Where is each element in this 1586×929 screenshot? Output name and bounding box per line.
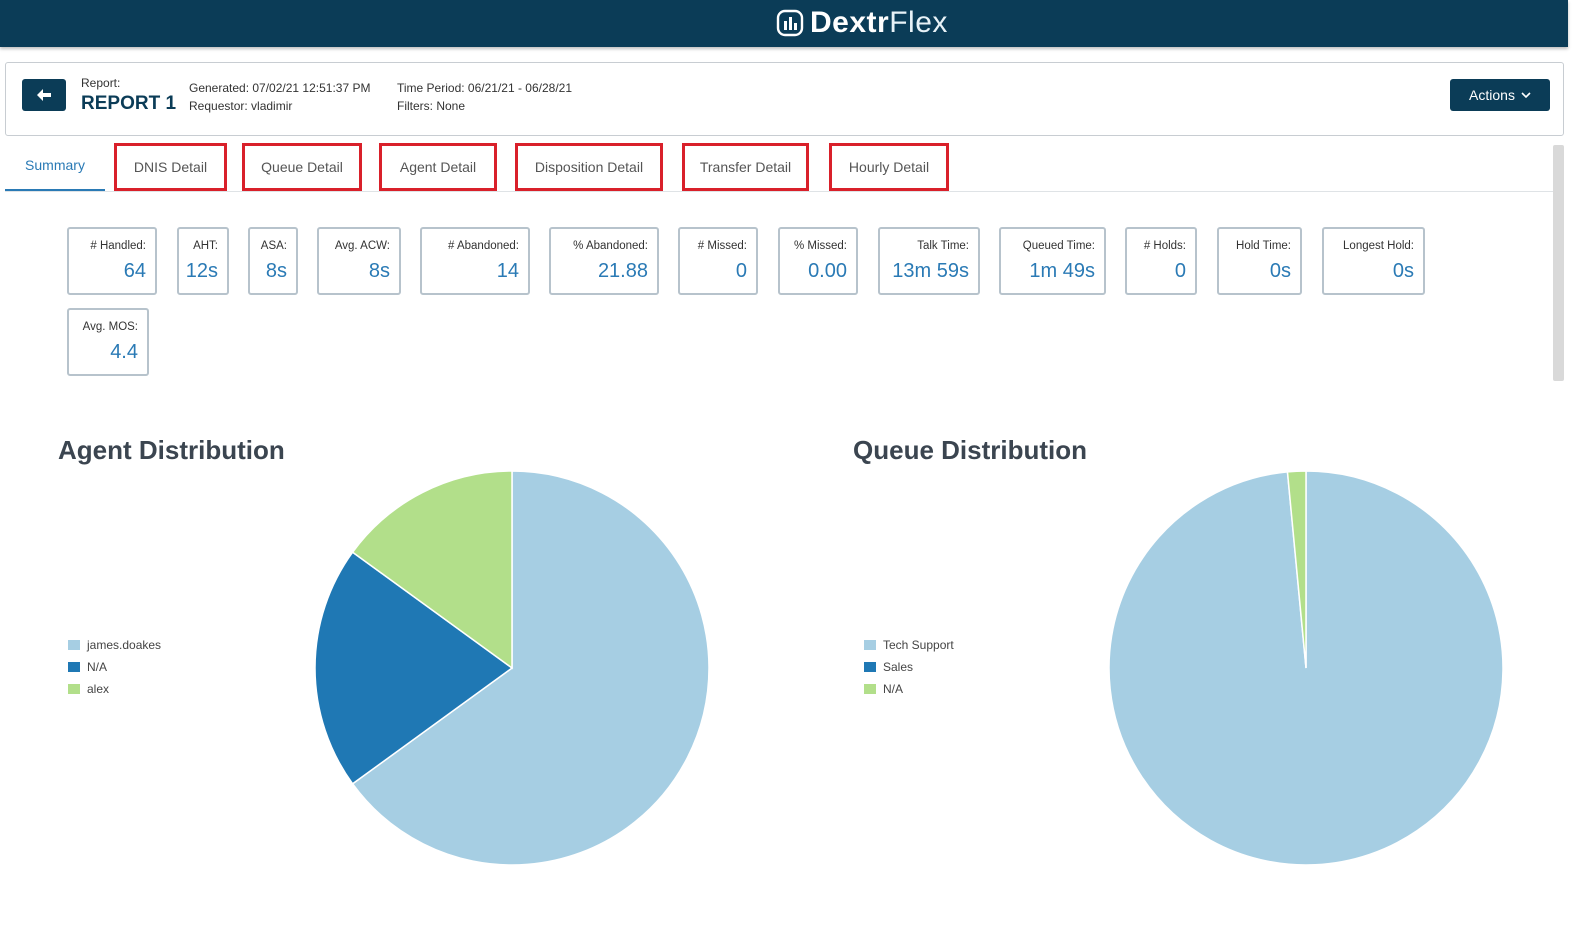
legend-label: Tech Support [883, 638, 954, 652]
legend-item[interactable]: N/A [864, 678, 954, 700]
vertical-scrollbar[interactable] [1553, 145, 1564, 381]
stat-card-avg-mos: Avg. MOS: 4.4 [67, 308, 149, 376]
stat-label: AHT: [193, 240, 218, 252]
tab-transfer-detail[interactable]: Transfer Detail [682, 143, 809, 191]
time-period-text: Time Period: 06/21/21 - 06/28/21 [397, 81, 572, 95]
legend-label: james.doakes [87, 638, 162, 652]
report-label: Report: [81, 76, 121, 90]
stat-card-avg-acw: Avg. ACW: 8s [317, 227, 401, 295]
legend-label: N/A [883, 682, 904, 696]
stat-value: 0.00 [808, 260, 847, 282]
report-period-meta: Time Period: 06/21/21 - 06/28/21 Filters… [397, 79, 572, 115]
queue-distribution-title: Queue Distribution [853, 435, 1087, 465]
arrow-left-icon [37, 89, 51, 101]
stat-label: # Abandoned: [448, 240, 519, 252]
legend-item[interactable]: N/A [68, 656, 161, 678]
legend-swatch [864, 640, 876, 650]
stat-card-longest-hold: Longest Hold: 0s [1322, 227, 1425, 295]
tab-hourly-detail[interactable]: Hourly Detail [829, 143, 949, 191]
stat-label: # Holds: [1143, 240, 1186, 252]
stat-label: Avg. MOS: [82, 321, 138, 333]
legend-swatch [864, 662, 876, 672]
legend-item[interactable]: james.doakes [68, 634, 161, 656]
stat-card-abandoned: # Abandoned: 14 [420, 227, 530, 295]
stat-label: Talk Time: [917, 240, 969, 252]
requestor-text: Requestor: vladimir [189, 99, 293, 113]
legend-label: Sales [883, 660, 914, 674]
stat-card-aht: AHT: 12s [177, 227, 229, 295]
stat-value: 8s [265, 260, 287, 282]
stat-card-queued-time: Queued Time: 1m 49s [999, 227, 1106, 295]
agent-distribution-title: Agent Distribution [58, 435, 285, 465]
stat-label: Avg. ACW: [334, 240, 390, 252]
legend-swatch [68, 662, 80, 672]
legend-label: N/A [87, 660, 108, 674]
legend-item[interactable]: Sales [864, 656, 954, 678]
stat-card-talk-time: Talk Time: 13m 59s [878, 227, 980, 295]
stat-label: Queued Time: [1022, 240, 1095, 252]
legend-swatch [68, 684, 80, 694]
legend-item[interactable]: alex [68, 678, 161, 700]
back-button[interactable] [22, 79, 66, 111]
report-tabs: Summary DNIS Detail Queue Detail Agent D… [5, 141, 1553, 192]
brand-name-bold: Dextr [810, 6, 890, 39]
stat-value: 0s [1392, 260, 1414, 282]
stat-card-holds: # Holds: 0 [1125, 227, 1197, 295]
brand-name-light: Flex [889, 6, 948, 39]
stat-label: Longest Hold: [1343, 240, 1414, 252]
stat-value: 21.88 [597, 260, 648, 282]
chart-bars-logo-icon [776, 9, 804, 37]
stat-value: 1m 49s [1029, 260, 1095, 282]
stat-label: % Missed: [793, 240, 847, 252]
legend-item[interactable]: Tech Support [864, 634, 954, 656]
stat-card-handled: # Handled: 64 [67, 227, 157, 295]
stat-card-hold-time: Hold Time: 0s [1217, 227, 1302, 295]
stat-value: 0 [1174, 260, 1186, 282]
stat-value: 13m 59s [892, 260, 969, 282]
actions-button[interactable]: Actions [1450, 79, 1550, 111]
stat-label: ASA: [260, 240, 287, 252]
stat-label: # Missed: [697, 240, 747, 252]
stat-label: # Handled: [90, 240, 146, 252]
stat-value: 64 [123, 260, 146, 282]
tab-dnis-detail[interactable]: DNIS Detail [114, 143, 227, 191]
generated-text: Generated: 07/02/21 12:51:37 PM [189, 81, 371, 95]
stat-value: 12s [185, 260, 218, 282]
report-name: REPORT 1 [81, 93, 177, 114]
stat-value: 4.4 [110, 341, 138, 363]
stat-value: 0s [1269, 260, 1291, 282]
brand-logo: DextrFlex [776, 6, 948, 40]
brand-name: DextrFlex [810, 6, 948, 40]
legend-swatch [864, 684, 876, 694]
actions-label: Actions [1469, 87, 1515, 103]
report-generated-meta: Generated: 07/02/21 12:51:37 PM Requesto… [189, 79, 370, 115]
agent-distribution-pie [314, 470, 710, 866]
queue-distribution-pie [1108, 470, 1504, 866]
stat-card-pct-abandoned: % Abandoned: 21.88 [549, 227, 659, 295]
legend-swatch [68, 640, 80, 650]
tab-disposition-detail[interactable]: Disposition Detail [515, 143, 663, 191]
stat-value: 8s [368, 260, 390, 282]
top-brand-bar: DextrFlex [0, 0, 1568, 47]
agent-distribution-legend: james.doakes N/A alex [68, 634, 161, 700]
chevron-down-icon [1521, 92, 1531, 98]
stat-value: 14 [496, 260, 519, 282]
stat-card-asa: ASA: 8s [248, 227, 298, 295]
stat-value: 0 [735, 260, 747, 282]
stat-label: Hold Time: [1236, 240, 1291, 252]
filters-text: Filters: None [397, 99, 466, 113]
report-header-panel: Report: REPORT 1 Generated: 07/02/21 12:… [5, 62, 1564, 136]
stat-card-pct-missed: % Missed: 0.00 [778, 227, 858, 295]
tab-summary[interactable]: Summary [5, 141, 105, 191]
queue-distribution-legend: Tech Support Sales N/A [864, 634, 954, 700]
tab-agent-detail[interactable]: Agent Detail [379, 143, 497, 191]
tab-queue-detail[interactable]: Queue Detail [242, 143, 362, 191]
stat-label: % Abandoned: [573, 240, 648, 252]
stat-card-missed: # Missed: 0 [678, 227, 758, 295]
legend-label: alex [87, 682, 110, 696]
